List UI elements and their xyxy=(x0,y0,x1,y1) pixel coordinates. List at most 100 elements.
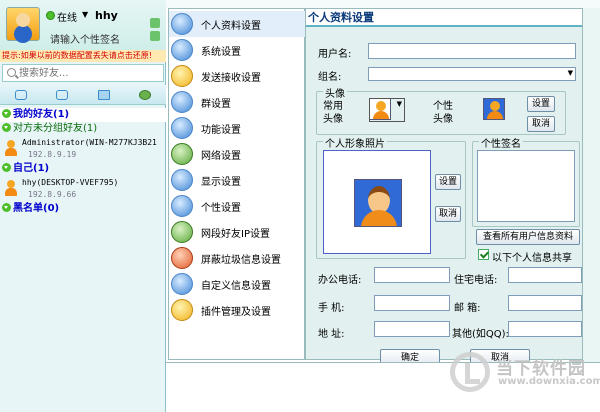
signature-field[interactable]: 请输入个性签名 xyxy=(50,31,120,46)
tab-groups[interactable] xyxy=(83,85,125,104)
username-label: 用户名: xyxy=(318,49,352,60)
menu-label: 网络设置 xyxy=(201,150,241,162)
menu-label: 个人资料设置 xyxy=(201,20,261,32)
contact-avatar-icon xyxy=(4,180,18,196)
tab-tools[interactable] xyxy=(125,85,167,104)
menu-label: 群设置 xyxy=(201,98,231,110)
avatar-group: 头像 常用 头像 个性 头像 设置 取消 xyxy=(316,85,566,135)
menu-label: 显示设置 xyxy=(201,176,241,188)
menu-label: 自定义信息设置 xyxy=(201,280,271,292)
menu-label: 插件管理及设置 xyxy=(201,306,271,318)
signature-group: 个性签名 xyxy=(472,135,580,227)
warning-bar[interactable]: 提示:如果以前的数据配置丢失请点击还原! xyxy=(0,50,166,62)
mobile-label: 手 机: xyxy=(318,303,345,314)
office-phone-field[interactable] xyxy=(374,267,450,283)
email-label: 邮 箱: xyxy=(454,303,481,314)
tab-messages[interactable] xyxy=(42,85,84,104)
photo-box[interactable] xyxy=(323,150,431,254)
photo-set-button[interactable]: 设置 xyxy=(435,174,461,190)
photo-legend: 个人形象照片 xyxy=(323,135,387,150)
contact-name: hhy(DESKTOP-VVEF795) xyxy=(22,178,119,187)
chat-icon xyxy=(14,89,27,100)
other-field[interactable] xyxy=(508,321,582,337)
block-icon xyxy=(171,247,193,269)
list-item[interactable]: hhy(DESKTOP-VVEF795) 192.8.9.66 xyxy=(0,176,166,202)
system-icon xyxy=(171,39,193,61)
menu-item-group[interactable]: 群设置 xyxy=(169,89,305,115)
list-item[interactable]: Administrator(WIN-M277KJ3B21 192.8.9.19 xyxy=(0,136,166,162)
group-blacklist[interactable]: 黑名单(0) xyxy=(0,202,166,216)
menu-label: 个性设置 xyxy=(201,202,241,214)
network-icon xyxy=(171,143,193,165)
chevron-down-icon[interactable]: ▼ xyxy=(82,10,88,19)
profile-header: 在线 ▼ hhy 请输入个性签名 xyxy=(0,0,166,50)
menu-item-profile[interactable]: 个人资料设置 xyxy=(169,11,305,37)
user-avatar[interactable] xyxy=(6,7,40,41)
tools-icon xyxy=(139,89,152,100)
photo-image xyxy=(354,179,402,227)
contact-ip: 192.8.9.19 xyxy=(28,150,77,159)
menu-item-send-receive[interactable]: 发送接收设置 xyxy=(169,63,305,89)
contact-panel: 在线 ▼ hhy 请输入个性签名 提示:如果以前的数据配置丢失请点击还原! 我的… xyxy=(0,0,166,412)
menu-item-display[interactable]: 显示设置 xyxy=(169,167,305,193)
common-avatar-label: 常用 头像 xyxy=(323,101,343,125)
menu-item-custom[interactable]: 自定义信息设置 xyxy=(169,271,305,297)
settings-menu: 个人资料设置 系统设置 发送接收设置 群设置 功能设置 网络设置 显示设置 个性… xyxy=(168,8,305,360)
home-phone-label: 住宅电话: xyxy=(454,275,498,286)
group-ungrouped[interactable]: 对方未分组好友(1) xyxy=(0,122,166,136)
contact-list: 我的好友(1) 对方未分组好友(1) Administrator(WIN-M27… xyxy=(0,108,166,216)
menu-item-network[interactable]: 网络设置 xyxy=(169,141,305,167)
avatar-set-button[interactable]: 设置 xyxy=(527,96,555,112)
menu-label: 系统设置 xyxy=(201,46,241,58)
side-icon[interactable] xyxy=(150,18,160,28)
status-dropdown[interactable]: 在线 xyxy=(57,9,77,24)
menu-item-personalize[interactable]: 个性设置 xyxy=(169,193,305,219)
watermark-url: www.downxia.com xyxy=(498,376,600,387)
menu-item-system[interactable]: 系统设置 xyxy=(169,37,305,63)
send-receive-icon xyxy=(171,65,193,87)
search-icon xyxy=(7,68,16,77)
groups-icon xyxy=(97,89,110,100)
group-label: 对方未分组好友(1) xyxy=(13,123,98,134)
mobile-field[interactable] xyxy=(374,295,450,311)
function-icon xyxy=(171,117,193,139)
share-checkbox[interactable] xyxy=(478,249,489,260)
panel-title: 个人资料设置 xyxy=(306,9,582,27)
menu-label: 屏蔽垃圾信息设置 xyxy=(201,254,281,266)
search-input[interactable] xyxy=(19,66,159,80)
common-avatar-select[interactable] xyxy=(369,98,405,122)
menu-item-plugin[interactable]: 插件管理及设置 xyxy=(169,297,305,323)
signature-textarea[interactable] xyxy=(477,150,575,222)
avatar-legend: 头像 xyxy=(323,85,347,100)
avatar-cancel-button[interactable]: 取消 xyxy=(527,116,555,132)
menu-label: 网段好友IP设置 xyxy=(201,228,270,240)
email-field[interactable] xyxy=(508,295,582,311)
contact-avatar-icon xyxy=(4,140,18,156)
menu-item-function[interactable]: 功能设置 xyxy=(169,115,305,141)
username-field[interactable] xyxy=(368,43,576,59)
plugin-icon xyxy=(171,299,193,321)
expand-icon xyxy=(2,109,11,118)
group-label: 自己(1) xyxy=(13,163,50,174)
ip-icon xyxy=(171,221,193,243)
group-label: 黑名单(0) xyxy=(13,203,60,214)
group-select[interactable] xyxy=(368,67,576,81)
person-icon xyxy=(171,13,193,35)
tab-chat[interactable] xyxy=(0,85,42,104)
view-all-users-button[interactable]: 查看所有用户信息资料 xyxy=(476,229,580,245)
search-box[interactable] xyxy=(2,64,164,82)
contact-tabs xyxy=(0,85,166,105)
group-self[interactable]: 自己(1) xyxy=(0,162,166,176)
photo-cancel-button[interactable]: 取消 xyxy=(435,206,461,222)
group-my-friends[interactable]: 我的好友(1) xyxy=(0,108,166,122)
menu-item-block[interactable]: 屏蔽垃圾信息设置 xyxy=(169,245,305,271)
custom-icon xyxy=(171,273,193,295)
address-field[interactable] xyxy=(374,321,450,337)
side-icon[interactable] xyxy=(150,31,160,41)
profile-settings-panel: 个人资料设置 用户名: 组名: 头像 常用 头像 个性 头像 设置 取消 个人形… xyxy=(305,8,583,367)
share-label: 以下个人信息共享 xyxy=(492,253,572,264)
watermark-logo-icon xyxy=(450,352,490,392)
home-phone-field[interactable] xyxy=(508,267,582,283)
group-label: 我的好友(1) xyxy=(13,109,70,120)
menu-item-ip[interactable]: 网段好友IP设置 xyxy=(169,219,305,245)
